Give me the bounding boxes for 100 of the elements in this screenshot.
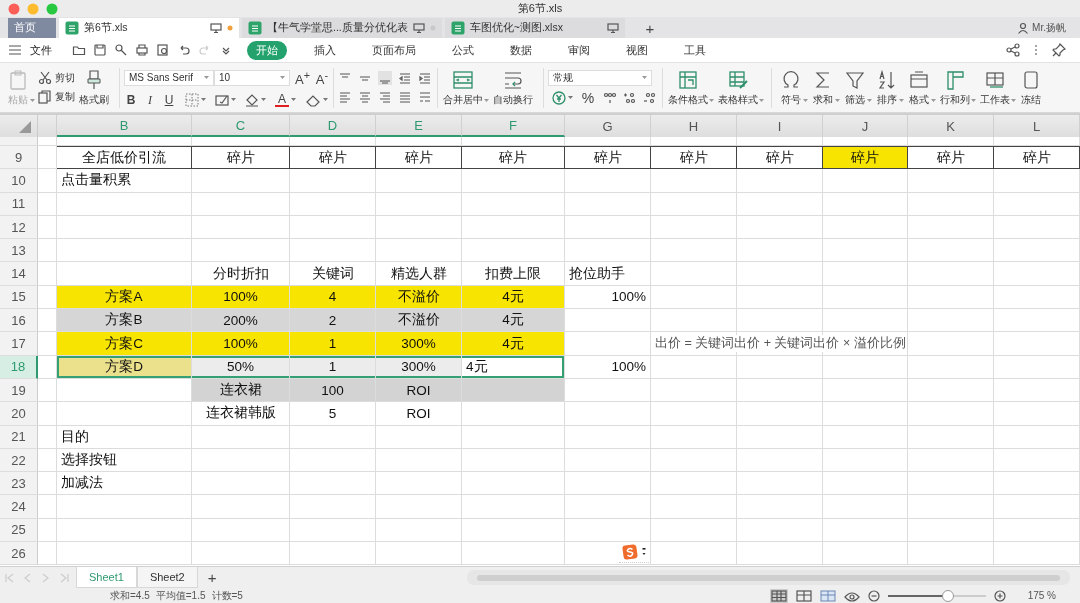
maximize-icon[interactable] — [46, 2, 58, 15]
ribbon-tab[interactable]: 公式 — [443, 40, 483, 60]
number-format-select[interactable]: 常规 — [548, 70, 652, 86]
dropdown-icon — [280, 76, 285, 80]
cell-style-icon[interactable] — [215, 92, 229, 107]
align-left-icon[interactable] — [338, 90, 352, 104]
wrap-text-button[interactable]: 自动换行 — [492, 68, 539, 107]
normal-view-icon[interactable] — [769, 588, 788, 603]
justify-icon[interactable] — [398, 90, 412, 104]
italic-button[interactable]: I — [143, 92, 157, 107]
sheet-tab[interactable]: Sheet2 — [136, 567, 198, 588]
row-header[interactable]: 17 — [0, 332, 38, 356]
add-sheet-button[interactable]: + — [197, 567, 227, 588]
search-icon[interactable] — [114, 43, 128, 57]
row-header[interactable]: 24 — [0, 495, 38, 519]
outdent-icon[interactable] — [418, 71, 432, 85]
new-tab-button[interactable]: + — [639, 18, 660, 38]
font-size-select[interactable]: 10 — [214, 70, 290, 86]
borders-icon[interactable] — [185, 92, 199, 107]
row-header[interactable]: 10 — [0, 169, 38, 193]
page-break-icon[interactable] — [819, 588, 836, 603]
worksheet-button[interactable]: 工作表 — [979, 68, 1016, 107]
indent-icon[interactable] — [398, 71, 412, 85]
document-tab[interactable]: 车图优化~测图.xlsx — [444, 18, 625, 38]
row-header[interactable]: 12 — [0, 215, 38, 240]
input-method-icon[interactable] — [622, 544, 638, 560]
row-header[interactable]: 23 — [0, 472, 38, 496]
font-select[interactable]: MS Sans Serif — [124, 70, 214, 86]
filter-button[interactable]: 筛选 — [843, 68, 872, 107]
row-header[interactable]: 16 — [0, 309, 38, 333]
font-color-button[interactable]: A — [275, 92, 289, 107]
cut-button[interactable]: 剪切 — [38, 71, 75, 85]
sheet-tab[interactable]: Sheet1 — [76, 567, 137, 588]
column-header[interactable]: L — [994, 115, 1080, 137]
distributed-icon[interactable] — [418, 90, 432, 104]
format-button[interactable]: 格式 — [907, 68, 936, 107]
file-menu[interactable]: 文件 — [0, 40, 60, 60]
dropdown-icon — [201, 97, 206, 102]
print-icon[interactable] — [135, 43, 149, 57]
column-header[interactable]: H — [651, 115, 737, 137]
shrink-font-button[interactable]: A$^{-}$ — [315, 68, 329, 88]
zoom-in-icon[interactable] — [993, 589, 1006, 602]
page-layout-icon[interactable] — [795, 588, 812, 603]
decrease-decimal-icon[interactable] — [643, 91, 657, 105]
row-header[interactable]: 19 — [0, 378, 38, 403]
row-header[interactable]: 11 — [0, 192, 38, 216]
percent-button[interactable]: % — [581, 91, 595, 105]
ribbon-tab[interactable]: 页面布局 — [363, 40, 425, 60]
column-header[interactable]: G — [565, 115, 651, 137]
sort-button[interactable]: 排序 — [875, 68, 904, 107]
underline-button[interactable]: U — [162, 92, 176, 107]
ribbon-tab[interactable]: 审阅 — [559, 40, 599, 60]
sigma-button[interactable]: 求和 — [811, 68, 840, 107]
omega-button[interactable]: 符号 — [779, 68, 808, 107]
horizontal-scrollbar[interactable] — [466, 570, 1070, 585]
merge-center-button[interactable]: 合并居中 — [442, 68, 489, 107]
row-header[interactable]: 21 — [0, 425, 38, 449]
copy-button[interactable]: 复制 — [38, 90, 75, 104]
ribbon-tab[interactable]: 工具 — [675, 40, 715, 60]
user-name[interactable]: Mr.扬帆 — [1032, 21, 1066, 35]
document-tab[interactable]: 【牛气学堂思...质量分优化表 — [242, 18, 442, 38]
column-header[interactable]: I — [737, 115, 823, 137]
align-center-icon[interactable] — [358, 90, 372, 104]
ribbon-tab[interactable]: 插入 — [305, 40, 345, 60]
ribbon-tab[interactable]: 数据 — [501, 40, 541, 60]
table-style-button[interactable]: 表格样式 — [717, 68, 764, 107]
format-painter-button[interactable]: 格式刷 — [78, 68, 115, 107]
share-icon[interactable] — [1006, 43, 1020, 57]
currency-icon[interactable] — [552, 91, 566, 105]
row-header[interactable]: 25 — [0, 518, 38, 543]
fill-bucket-icon[interactable] — [245, 92, 259, 107]
save-icon[interactable] — [93, 43, 107, 57]
more-icon[interactable] — [642, 547, 646, 557]
row-header[interactable]: 14 — [0, 262, 38, 286]
row-header[interactable]: 26 — [0, 542, 38, 566]
row-header[interactable]: 20 — [0, 402, 38, 426]
row-header[interactable]: 13 — [0, 239, 38, 263]
increase-decimal-icon[interactable] — [623, 91, 637, 105]
zoom-out-icon[interactable] — [867, 589, 880, 602]
grow-font-button[interactable]: A$^{+}$ — [295, 68, 310, 88]
conditional-format-button[interactable]: 条件格式 — [667, 68, 714, 107]
row-header[interactable]: 22 — [0, 448, 38, 473]
bold-button[interactable]: B — [124, 92, 138, 107]
align-right-icon[interactable] — [378, 90, 392, 104]
freeze-button[interactable]: 冻结 — [1019, 68, 1048, 107]
row-header[interactable]: 9 — [0, 146, 38, 170]
column-header[interactable]: K — [908, 115, 994, 137]
zoom-slider-handle[interactable] — [942, 589, 955, 602]
print-preview-icon[interactable] — [156, 43, 170, 57]
align-bottom-icon[interactable] — [378, 71, 392, 85]
column-header[interactable]: J — [823, 115, 908, 137]
document-tab[interactable]: 第6节.xls — [59, 18, 239, 38]
ribbon-tab[interactable]: 视图 — [617, 40, 657, 60]
rows-columns-button[interactable]: 行和列 — [939, 68, 976, 107]
pin-icon[interactable] — [1052, 43, 1066, 57]
close-icon[interactable] — [8, 2, 20, 15]
row-header[interactable]: 15 — [0, 285, 38, 310]
select-all-icon[interactable] — [19, 121, 31, 133]
thousands-separator-icon[interactable] — [603, 91, 617, 105]
open-folder-icon[interactable] — [72, 43, 86, 57]
